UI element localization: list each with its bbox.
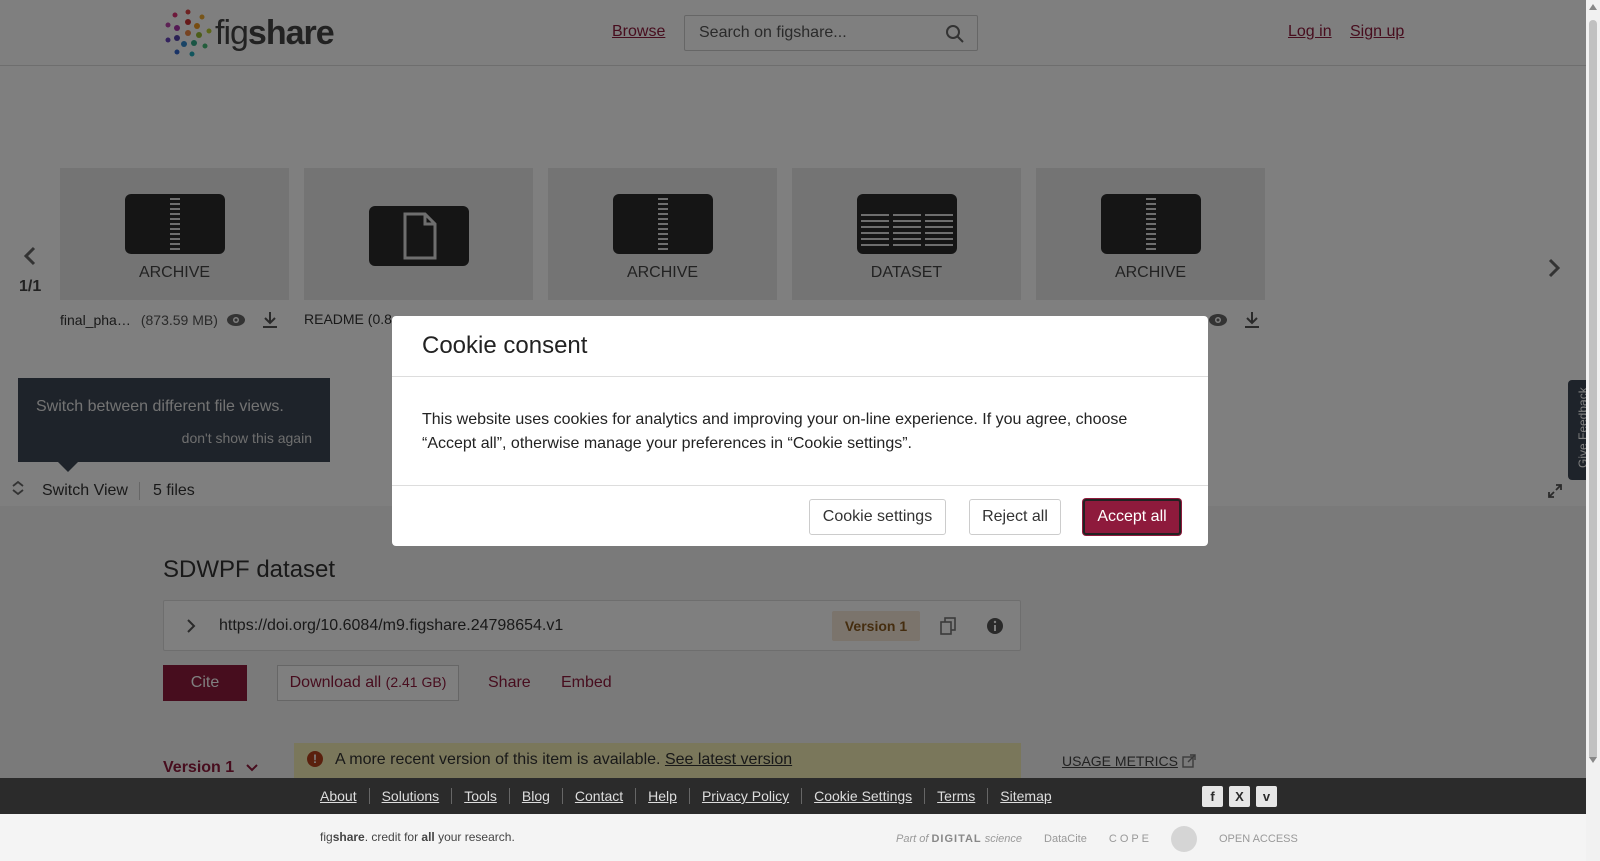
- footer-link-sitemap[interactable]: Sitemap: [987, 788, 1063, 804]
- ds-digital: DIGITAL: [931, 833, 982, 845]
- footer-link-terms[interactable]: Terms: [924, 788, 987, 804]
- tagline-all: all: [421, 830, 435, 844]
- page-scrollbar[interactable]: [1586, 0, 1600, 861]
- accept-all-button[interactable]: Accept all: [1083, 499, 1181, 535]
- tagline-mid: . credit for: [364, 830, 422, 844]
- footer-bottom: figshare. credit for all your research. …: [0, 814, 1586, 861]
- footer-link-about[interactable]: About: [320, 788, 369, 804]
- vimeo-icon[interactable]: v: [1256, 786, 1277, 807]
- social-links: f X v: [1202, 786, 1277, 807]
- x-twitter-icon[interactable]: X: [1229, 786, 1250, 807]
- datacite-logo[interactable]: DataCite: [1044, 833, 1087, 845]
- cookie-consent-dialog: Cookie consent This website uses cookies…: [392, 316, 1208, 546]
- footer-link-contact[interactable]: Contact: [561, 788, 635, 804]
- tagline-end: your research.: [434, 830, 515, 844]
- digital-science-logo[interactable]: Part of DIGITAL science: [896, 833, 1022, 845]
- dialog-title: Cookie consent: [422, 332, 588, 359]
- open-access-logo[interactable]: OPEN ACCESS: [1219, 833, 1298, 845]
- footer-link-cookie-settings[interactable]: Cookie Settings: [801, 788, 924, 804]
- dialog-body: This website uses cookies for analytics …: [422, 411, 1128, 452]
- tagline-fig: fig: [320, 830, 333, 844]
- footer-nav: About Solutions Tools Blog Contact Help …: [0, 778, 1586, 814]
- footer-link-tools[interactable]: Tools: [451, 788, 509, 804]
- footer-link-solutions[interactable]: Solutions: [368, 788, 452, 804]
- divider: [392, 376, 1208, 377]
- ds-part-of: Part of: [896, 833, 929, 845]
- partner-seal-icon[interactable]: [1170, 826, 1197, 852]
- cookie-settings-button[interactable]: Cookie settings: [809, 499, 946, 535]
- cope-logo[interactable]: C O P E: [1109, 833, 1149, 845]
- divider: [392, 485, 1208, 486]
- footer-links: About Solutions Tools Blog Contact Help …: [320, 788, 1064, 804]
- scrollbar-thumb[interactable]: [1589, 20, 1597, 760]
- scroll-down-arrow-icon[interactable]: [1589, 757, 1597, 763]
- tagline-share: share: [332, 830, 365, 844]
- facebook-icon[interactable]: f: [1202, 786, 1223, 807]
- reject-all-button[interactable]: Reject all: [969, 499, 1061, 535]
- footer-tagline: figshare. credit for all your research.: [320, 830, 515, 844]
- ds-science: science: [984, 833, 1023, 845]
- footer-link-blog[interactable]: Blog: [508, 788, 562, 804]
- footer-link-help[interactable]: Help: [635, 788, 689, 804]
- footer-link-privacy-policy[interactable]: Privacy Policy: [688, 788, 801, 804]
- scroll-up-arrow-icon[interactable]: [1589, 4, 1597, 10]
- partner-logos: Part of DIGITAL science DataCite C O P E…: [896, 826, 1298, 852]
